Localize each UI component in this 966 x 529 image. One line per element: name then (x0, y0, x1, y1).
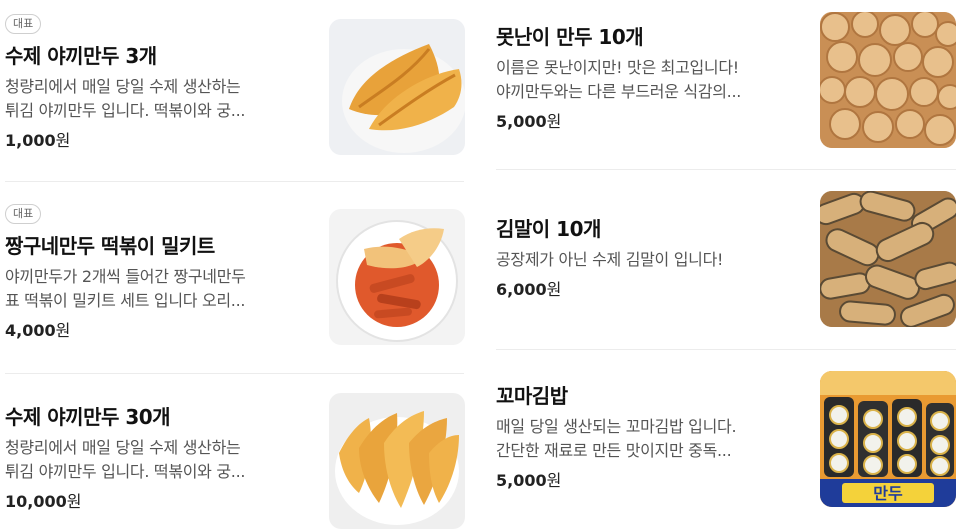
fried-dumplings-plate-image (335, 411, 459, 525)
shop-sign-text: 만두 (873, 484, 903, 503)
menu-item-desc-line: 야끼만두와는 다른 부드러운 식감의... (496, 82, 742, 101)
menu-item-desc-line: 튀김 야끼만두 입니다. 떡볶이와 궁... (5, 101, 246, 120)
menu-item-photo[interactable] (329, 209, 465, 345)
ugly-dumplings-image (820, 12, 956, 148)
menu-item-name: 못난이 만두 10개 (496, 25, 644, 49)
menu-item[interactable]: 꼬마김밥 매일 당일 생산되는 꼬마김밥 입니다. 간단한 재료로 만든 맛이지… (496, 380, 801, 491)
divider (5, 181, 464, 182)
menu-item-desc-line: 표 떡볶이 밀키트 세트 입니다 오리... (5, 291, 246, 310)
divider (496, 169, 956, 170)
menu-item-photo[interactable] (820, 191, 956, 327)
menu-item-price: 10,000원 (5, 492, 82, 511)
menu-item-photo[interactable] (329, 19, 465, 155)
menu-item[interactable]: 못난이 만두 10개 이름은 못난이지만! 맛은 최고입니다! 야끼만두와는 다… (496, 21, 801, 132)
signature-badge: 대표 (5, 204, 42, 224)
menu-item-photo[interactable] (820, 12, 956, 148)
menu-grid: 대표 수제 야끼만두 3개 청량리에서 매일 당일 수제 생산하는 튀김 야끼만… (0, 0, 966, 529)
menu-item-name: 꼬마김밥 (496, 384, 568, 408)
signature-badge: 대표 (5, 14, 42, 34)
divider (496, 349, 956, 350)
menu-item[interactable]: 대표 수제 야끼만두 3개 청량리에서 매일 당일 수제 생산하는 튀김 야끼만… (5, 12, 315, 151)
menu-item-desc-line: 야끼만두가 2개씩 들어간 짱구네만두 (5, 267, 246, 286)
menu-item-price: 1,000원 (5, 131, 71, 150)
menu-item-photo[interactable]: 만두 (820, 371, 956, 507)
menu-item-name: 김말이 10개 (496, 217, 601, 241)
menu-item-photo[interactable] (329, 393, 465, 529)
divider (5, 373, 464, 374)
fried-dumpling-image (342, 44, 465, 153)
menu-item-price: 6,000원 (496, 280, 562, 299)
menu-item-desc-line: 공장제가 아닌 수제 김말이 입니다! (496, 250, 724, 269)
tteokbokki-mealkit-image (336, 220, 458, 342)
menu-item[interactable]: 김말이 10개 공장제가 아닌 수제 김말이 입니다! 6,000원 (496, 213, 801, 300)
menu-item-desc-line: 간단한 재료로 만든 맛이지만 중독... (496, 441, 732, 460)
menu-item-name: 수제 야끼만두 30개 (5, 405, 171, 429)
fried-seaweed-rolls-image (820, 191, 956, 327)
menu-item-desc-line: 청량리에서 매일 당일 수제 생산하는 (5, 438, 241, 457)
menu-item-desc-line: 청량리에서 매일 당일 수제 생산하는 (5, 77, 241, 96)
mini-kimbap-image: 만두 (820, 371, 956, 507)
menu-item-desc-line: 매일 당일 생산되는 꼬마김밥 입니다. (496, 417, 737, 436)
menu-item-price: 5,000원 (496, 471, 562, 490)
menu-item-price: 5,000원 (496, 112, 562, 131)
menu-item-price: 4,000원 (5, 321, 71, 340)
menu-item-desc-line: 이름은 못난이지만! 맛은 최고입니다! (496, 58, 739, 77)
menu-item-desc-line: 튀김 야끼만두 입니다. 떡볶이와 궁... (5, 462, 246, 481)
menu-item-name: 수제 야끼만두 3개 (5, 44, 157, 68)
menu-item[interactable]: 수제 야끼만두 30개 청량리에서 매일 당일 수제 생산하는 튀김 야끼만두 … (5, 401, 315, 512)
menu-item[interactable]: 대표 짱구네만두 떡볶이 밀키트 야끼만두가 2개씩 들어간 짱구네만두 표 떡… (5, 202, 315, 341)
menu-item-name: 짱구네만두 떡볶이 밀키트 (5, 234, 215, 258)
